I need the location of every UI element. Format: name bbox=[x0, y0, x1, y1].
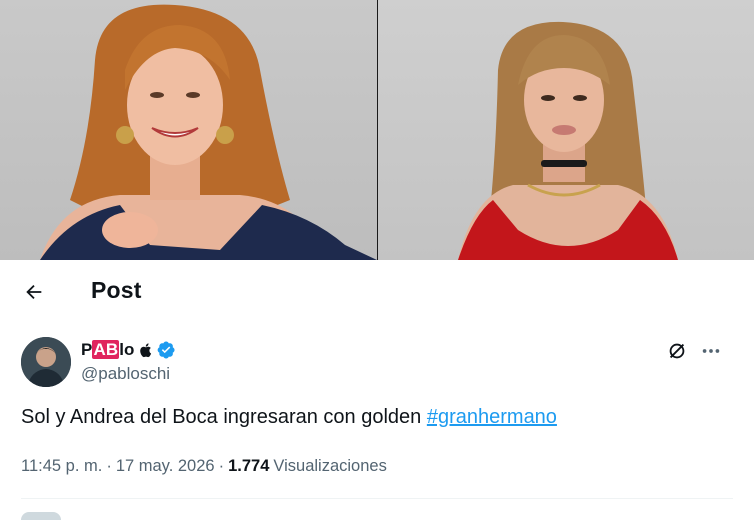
page-title: Post bbox=[91, 277, 142, 303]
apple-logo-icon bbox=[138, 342, 152, 358]
author-handle[interactable]: @pabloschi bbox=[81, 364, 170, 384]
post-body-text: Sol y Andrea del Boca ingresaran con gol… bbox=[21, 406, 422, 428]
portrait-photo-right bbox=[458, 21, 678, 260]
name-prefix: P bbox=[81, 340, 93, 359]
name-highlight: AB bbox=[92, 340, 120, 359]
photo-left[interactable] bbox=[0, 0, 377, 260]
arrow-left-icon bbox=[26, 284, 42, 300]
photo-collage bbox=[0, 0, 754, 260]
meta-separator: · bbox=[106, 457, 112, 475]
verified-badge-icon[interactable] bbox=[156, 340, 176, 360]
author-display-name[interactable]: PABlo bbox=[81, 340, 135, 360]
post-detail: Post PABlo @pabloschi Sol y Andrea del B… bbox=[0, 260, 754, 520]
top-bar: Post bbox=[0, 260, 754, 318]
post-time[interactable]: 11:45 p. m. bbox=[21, 457, 102, 476]
next-item-edge bbox=[21, 512, 61, 520]
name-suffix: lo bbox=[119, 340, 135, 359]
views-label: Visualizaciones bbox=[273, 457, 387, 475]
avatar-image bbox=[21, 337, 71, 387]
photo-right[interactable] bbox=[378, 0, 754, 260]
portrait-photo-left bbox=[40, 4, 377, 260]
hashtag-link[interactable]: #granhermano bbox=[427, 406, 557, 428]
more-dots-icon[interactable] bbox=[696, 338, 726, 364]
post-meta: 11:45 p. m. · 17 may. 2026 · 1.774 Visua… bbox=[21, 457, 387, 476]
meta-separator: · bbox=[218, 457, 225, 475]
views-count: 1.774 bbox=[228, 457, 270, 475]
post-text: Sol y Andrea del Boca ingresaran con gol… bbox=[21, 406, 557, 429]
author-name-row[interactable]: PABlo bbox=[81, 339, 176, 361]
post-date[interactable]: 17 may. 2026 bbox=[116, 457, 215, 476]
author-avatar[interactable] bbox=[21, 337, 71, 387]
divider bbox=[21, 498, 733, 499]
back-button[interactable] bbox=[14, 272, 54, 312]
grok-slash-icon[interactable] bbox=[664, 338, 690, 364]
